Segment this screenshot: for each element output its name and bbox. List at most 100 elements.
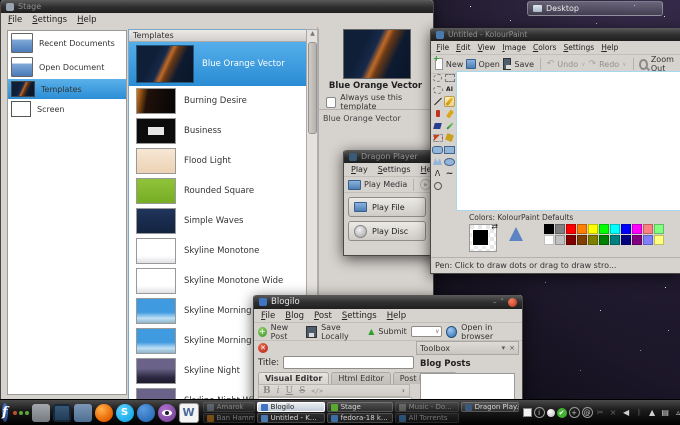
- kolourpaint-titlebar[interactable]: Untitled - KolourPaint: [431, 28, 680, 41]
- brush-tool[interactable]: [444, 108, 455, 119]
- palette-color-ff8000[interactable]: [577, 224, 587, 234]
- menu-settings[interactable]: Settings: [27, 15, 72, 25]
- menu-settings[interactable]: Settings: [337, 311, 382, 321]
- new-post-button[interactable]: New Post: [271, 323, 303, 341]
- template-item-simple-waves[interactable]: Simple Waves: [129, 206, 307, 236]
- template-item-business[interactable]: Business: [129, 116, 307, 146]
- ellipse-tool[interactable]: [444, 156, 455, 167]
- play-file-button[interactable]: Play File: [348, 197, 426, 217]
- task-ban-hammi[interactable]: Ban Hammi...: [202, 413, 255, 423]
- template-item-flood-light[interactable]: Flood Light: [129, 146, 307, 176]
- palette-color-808080[interactable]: [555, 224, 565, 234]
- messages-icon[interactable]: @: [581, 407, 593, 418]
- menu-help[interactable]: Help: [598, 43, 622, 52]
- apps-launcher[interactable]: [31, 403, 50, 422]
- sidebar-item-templates[interactable]: Templates: [8, 79, 126, 99]
- menu-file[interactable]: File: [256, 311, 280, 321]
- bluetooth-icon[interactable]: ᛒ: [634, 407, 645, 418]
- open-in-browser-button[interactable]: Open in browser: [461, 323, 518, 341]
- palette-color-00ffff[interactable]: [610, 224, 620, 234]
- text-tool[interactable]: AI: [444, 84, 455, 95]
- palette-color-8080ff[interactable]: [643, 235, 653, 245]
- tab-html-editor[interactable]: Html Editor: [331, 372, 391, 384]
- task-music-do[interactable]: Music - Do...: [394, 402, 459, 412]
- template-item-burning-desire[interactable]: Burning Desire: [129, 86, 307, 116]
- palette-color-804000[interactable]: [577, 235, 587, 245]
- sidebar-item-recent-documents[interactable]: Recent Documents: [8, 31, 126, 55]
- palette-color-800000[interactable]: [566, 235, 576, 245]
- blog-select-dropdown[interactable]: ∨: [410, 326, 443, 337]
- palette-color-0000ff[interactable]: [621, 224, 631, 234]
- play-media-button[interactable]: Play Media: [364, 180, 407, 189]
- menu-play[interactable]: Play: [346, 165, 373, 174]
- rectangular-selection-tool[interactable]: [444, 72, 455, 83]
- menu-help[interactable]: Help: [382, 311, 411, 321]
- strikethrough-icon[interactable]: S: [299, 386, 305, 396]
- tab-visual-editor[interactable]: Visual Editor: [258, 372, 330, 384]
- blogilo-titlebar[interactable]: Blogilo – ˄: [254, 295, 522, 309]
- always-use-template-checkbox[interactable]: [326, 96, 337, 108]
- new-button[interactable]: New: [446, 60, 463, 69]
- connected-lines-tool[interactable]: Λ: [432, 168, 443, 179]
- palette-color-000000[interactable]: [544, 224, 554, 234]
- task-stage[interactable]: Stage: [326, 402, 393, 412]
- firefox-launcher[interactable]: [94, 403, 113, 422]
- foreground-background-swatch[interactable]: ⇄: [469, 222, 498, 252]
- hide-panel-icon[interactable]: ▵: [673, 407, 680, 418]
- color-similarity-icon[interactable]: [509, 227, 523, 241]
- spray-can-tool[interactable]: [432, 108, 443, 119]
- wifi-icon[interactable]: ▲: [647, 407, 658, 418]
- eraser-tool[interactable]: [432, 120, 443, 131]
- desktop-folder-widget[interactable]: Desktop: [527, 1, 663, 16]
- eye-launcher[interactable]: [157, 403, 176, 422]
- menu-settings[interactable]: Settings: [373, 165, 416, 174]
- task-amarok[interactable]: Amarok: [202, 402, 255, 412]
- flood-fill-tool[interactable]: [444, 132, 455, 143]
- activity-pager[interactable]: [12, 410, 29, 415]
- menu-image[interactable]: Image: [499, 43, 530, 52]
- template-item-skyline-monotone[interactable]: Skyline Monotone: [129, 236, 307, 266]
- updates-icon[interactable]: ✔: [556, 407, 567, 418]
- template-item-blue-orange-vector[interactable]: Blue Orange Vector: [129, 42, 307, 86]
- curve-tool[interactable]: ~: [444, 168, 455, 179]
- menu-blog[interactable]: Blog: [280, 311, 309, 321]
- color-picker-tool[interactable]: [444, 120, 455, 131]
- stage-titlebar[interactable]: Stage: [1, 0, 433, 13]
- skype-launcher[interactable]: S: [115, 403, 134, 422]
- sidebar-item-screen[interactable]: Screen: [8, 99, 126, 119]
- error-icon[interactable]: ✕: [258, 343, 268, 353]
- post-title-input[interactable]: [283, 356, 415, 369]
- task-all-torrents[interactable]: All Torrents: [394, 413, 459, 423]
- task-dragon-play[interactable]: Dragon Play...: [460, 402, 519, 412]
- minimize-button[interactable]: –: [493, 298, 497, 306]
- palette-color-ff0000[interactable]: [566, 224, 576, 234]
- sidebar-item-open-document[interactable]: Open Document: [8, 55, 126, 79]
- files-launcher[interactable]: [73, 403, 92, 422]
- palette-color-00ff00[interactable]: [599, 224, 609, 234]
- template-item-skyline-monotone-wide[interactable]: Skyline Monotone Wide: [129, 266, 307, 296]
- menu-edit[interactable]: Edit: [453, 43, 475, 52]
- italic-icon[interactable]: i: [277, 386, 280, 396]
- task-blogilo[interactable]: Blogilo: [256, 402, 325, 412]
- line-tool[interactable]: [432, 96, 443, 107]
- maximize-button[interactable]: ˄: [501, 298, 505, 306]
- alarm-icon[interactable]: ×: [608, 407, 619, 418]
- task-untitled-k[interactable]: Untitled - K...: [256, 413, 325, 423]
- save-button[interactable]: Save: [514, 60, 534, 69]
- palette-color-ff00ff[interactable]: [632, 224, 642, 234]
- clipboard-icon[interactable]: +: [568, 407, 580, 418]
- palette-color-000080[interactable]: [621, 235, 631, 245]
- menu-view[interactable]: View: [474, 43, 499, 52]
- palette-color-80ff80[interactable]: [654, 224, 664, 234]
- elliptical-selection-tool[interactable]: [432, 84, 443, 95]
- palette-color-ffff80[interactable]: [654, 235, 664, 245]
- info-icon[interactable]: i: [533, 407, 545, 418]
- task-fedora-18-k[interactable]: fedora-18 k...: [326, 413, 393, 423]
- thunderbird-launcher[interactable]: [136, 403, 155, 422]
- color-eraser-tool[interactable]: [432, 132, 443, 143]
- device-notifier-icon[interactable]: [546, 408, 555, 417]
- pen-tool[interactable]: [444, 96, 455, 107]
- palette-color-ff8080[interactable]: [643, 224, 653, 234]
- palette-color-008000[interactable]: [599, 235, 609, 245]
- menu-file[interactable]: File: [433, 43, 453, 52]
